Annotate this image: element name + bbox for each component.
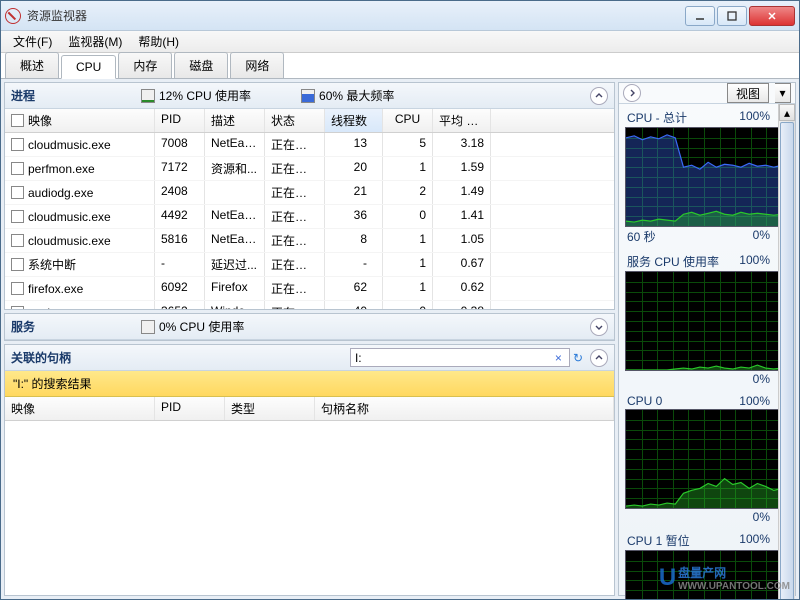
table-row[interactable]: cloudmusic.exe5816NetEas...正在运行811.05 [5, 229, 614, 253]
tab-network[interactable]: 网络 [230, 52, 284, 78]
hcol-name[interactable]: 句柄名称 [315, 397, 614, 420]
col-cpu[interactable]: CPU [383, 109, 433, 132]
chart-block: CPU 0100%0% [625, 393, 772, 525]
menu-file[interactable]: 文件(F) [5, 31, 60, 52]
handles-search-box[interactable]: × [350, 348, 570, 367]
search-result-banner: "I:" 的搜索结果 [5, 371, 614, 397]
max-freq-label: 60% 最大频率 [319, 87, 394, 104]
processes-title: 进程 [11, 87, 111, 104]
hcol-pid[interactable]: PID [155, 397, 225, 420]
view-dropdown-button[interactable]: ▾ [775, 83, 791, 103]
table-row[interactable]: cloudmusic.exe4492NetEas...正在运行3601.41 [5, 205, 614, 229]
col-pid[interactable]: PID [155, 109, 205, 132]
hcol-image[interactable]: 映像 [5, 397, 155, 420]
col-avg[interactable]: 平均 C... [433, 109, 491, 132]
row-checkbox[interactable] [11, 306, 24, 309]
maximize-button[interactable] [717, 6, 747, 26]
row-checkbox[interactable] [11, 186, 24, 199]
titlebar[interactable]: 资源监视器 [1, 1, 799, 31]
services-header[interactable]: 服务 0% CPU 使用率 [5, 314, 614, 340]
collapse-processes-button[interactable] [590, 87, 608, 105]
handles-title: 关联的句柄 [11, 349, 211, 366]
handles-header: 关联的句柄 × ↻ [5, 345, 614, 371]
col-threads[interactable]: 线程数 [325, 109, 383, 132]
services-title: 服务 [11, 318, 111, 335]
table-row[interactable]: audiodg.exe2408正在运行2121.49 [5, 181, 614, 205]
app-icon [5, 8, 21, 24]
charts-container: CPU - 总计100%60 秒0%服务 CPU 使用率100%0%CPU 01… [619, 104, 778, 599]
services-cpu-meter-icon [141, 320, 155, 334]
charts-scrollbar[interactable]: ▴ ▾ [778, 104, 795, 599]
chart-block: CPU - 总计100%60 秒0% [625, 108, 772, 246]
cpu-usage-meter-icon [141, 89, 155, 103]
minimize-button[interactable] [685, 6, 715, 26]
handles-columns: 映像 PID 类型 句柄名称 [5, 397, 614, 421]
row-checkbox[interactable] [11, 282, 24, 295]
table-row[interactable]: explorer.exe3652Windo...正在运行4000.38 [5, 301, 614, 309]
close-button[interactable] [749, 6, 795, 26]
view-button[interactable]: 视图 [727, 83, 769, 103]
row-checkbox[interactable] [11, 258, 24, 271]
tab-disk[interactable]: 磁盘 [174, 52, 228, 78]
resource-monitor-window: 资源监视器 文件(F) 监视器(M) 帮助(H) 概述 CPU 内存 磁盘 网络… [0, 0, 800, 600]
processes-grid[interactable]: cloudmusic.exe7008NetEas...正在运行1353.18pe… [5, 133, 614, 309]
row-checkbox[interactable] [11, 138, 24, 151]
chart-block: 服务 CPU 使用率100%0% [625, 252, 772, 387]
collapse-charts-button[interactable] [623, 84, 641, 102]
col-image[interactable]: 映像 [5, 109, 155, 132]
chart-block: CPU 1 暂位100% [625, 531, 772, 599]
cpu-usage-label: 12% CPU 使用率 [159, 87, 251, 104]
processes-header[interactable]: 进程 12% CPU 使用率 60% 最大频率 [5, 83, 614, 109]
tab-cpu[interactable]: CPU [61, 55, 116, 79]
max-freq-meter-icon [301, 89, 315, 103]
menu-monitor[interactable]: 监视器(M) [60, 31, 130, 52]
table-row[interactable]: cloudmusic.exe7008NetEas...正在运行1353.18 [5, 133, 614, 157]
scroll-thumb[interactable] [780, 122, 794, 599]
row-checkbox[interactable] [11, 162, 24, 175]
tabstrip: 概述 CPU 内存 磁盘 网络 [1, 53, 799, 79]
processes-columns: 映像 PID 描述 状态 线程数 CPU 平均 C... [5, 109, 614, 133]
expand-services-button[interactable] [590, 318, 608, 336]
tab-overview[interactable]: 概述 [5, 52, 59, 78]
hcol-type[interactable]: 类型 [225, 397, 315, 420]
handles-search-input[interactable] [355, 351, 552, 365]
scroll-up-icon[interactable]: ▴ [779, 104, 795, 121]
row-checkbox[interactable] [11, 210, 24, 223]
refresh-search-icon[interactable]: ↻ [570, 351, 586, 365]
window-title: 资源监视器 [27, 7, 683, 24]
col-status[interactable]: 状态 [265, 109, 325, 132]
table-row[interactable]: perfmon.exe7172资源和...正在运行2011.59 [5, 157, 614, 181]
col-desc[interactable]: 描述 [205, 109, 265, 132]
tab-memory[interactable]: 内存 [118, 52, 172, 78]
charts-sidebar: 视图 ▾ CPU - 总计100%60 秒0%服务 CPU 使用率100%0%C… [618, 82, 796, 596]
processes-panel: 进程 12% CPU 使用率 60% 最大频率 映像 PID 描述 状态 线程数… [4, 82, 615, 310]
services-cpu-label: 0% CPU 使用率 [159, 318, 244, 335]
menu-help[interactable]: 帮助(H) [130, 31, 187, 52]
collapse-handles-button[interactable] [590, 349, 608, 367]
services-panel: 服务 0% CPU 使用率 [4, 313, 615, 341]
select-all-checkbox[interactable] [11, 114, 24, 127]
handles-panel: 关联的句柄 × ↻ "I:" 的搜索结果 映像 PID 类型 句柄名称 [4, 344, 615, 596]
table-row[interactable]: 系统中断-延迟过...正在运行-10.67 [5, 253, 614, 277]
table-row[interactable]: firefox.exe6092Firefox正在运行6210.62 [5, 277, 614, 301]
handles-grid[interactable] [5, 421, 614, 595]
clear-search-icon[interactable]: × [552, 351, 565, 365]
menubar: 文件(F) 监视器(M) 帮助(H) [1, 31, 799, 53]
row-checkbox[interactable] [11, 234, 24, 247]
